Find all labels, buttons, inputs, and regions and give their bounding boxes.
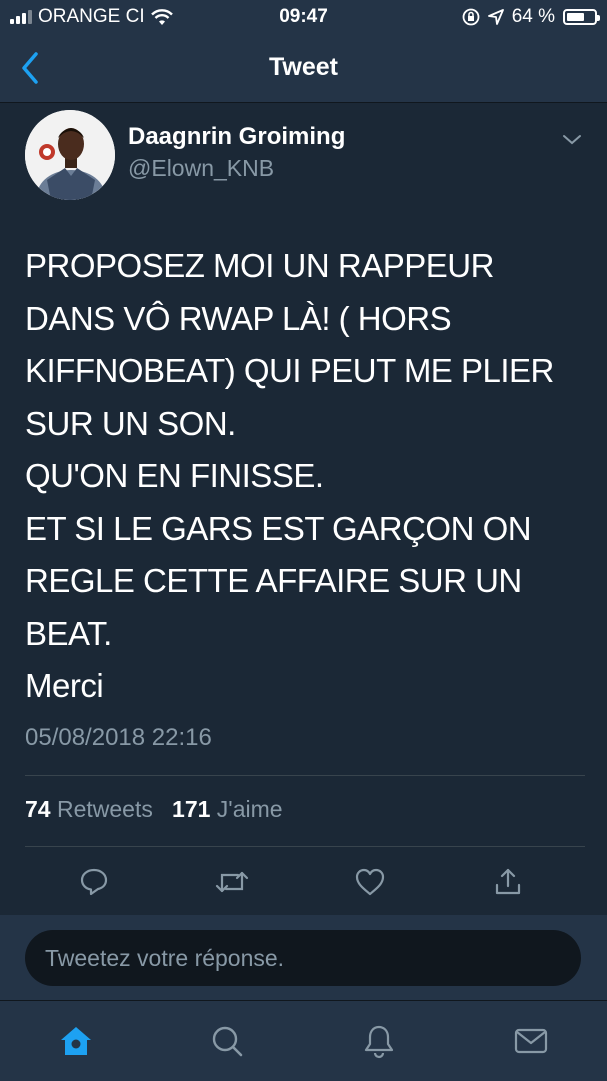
tweet-text-line: REGLE CETTE AFFAIRE SUR UN <box>25 562 522 599</box>
tweet-text: PROPOSEZ MOI UN RAPPEUR DANS VÔ RWAP LÀ!… <box>25 240 585 713</box>
likes-label: J'aime <box>216 796 283 822</box>
share-button[interactable] <box>486 860 530 904</box>
tab-notifications[interactable] <box>357 1019 401 1063</box>
chevron-down-icon <box>563 135 581 145</box>
like-button[interactable] <box>348 860 392 904</box>
nav-bar: Tweet <box>0 34 607 103</box>
tab-bar <box>0 1000 607 1081</box>
messages-icon <box>514 1028 548 1054</box>
tweet-text-line: SUR UN SON. <box>25 404 236 442</box>
location-icon <box>487 9 504 25</box>
search-icon <box>212 1026 243 1057</box>
tab-home[interactable] <box>54 1019 98 1063</box>
avatar[interactable] <box>25 110 115 200</box>
avatar-image <box>25 110 115 200</box>
tweet-text-line: ET SI LE GARS EST GARÇON ON <box>25 509 532 547</box>
tweet-text-line: KIFFNOBEAT) QUI PEUT ME PLIER <box>25 352 554 389</box>
battery-icon <box>563 9 600 25</box>
reply-button[interactable] <box>72 860 116 904</box>
retweet-icon <box>215 871 249 893</box>
tweet-text-line: BEAT. <box>25 614 112 652</box>
notifications-icon <box>364 1025 394 1059</box>
reply-input[interactable] <box>25 930 581 986</box>
home-icon <box>61 1027 91 1055</box>
author-handle[interactable]: @Elown_KNB <box>128 155 274 182</box>
tab-search[interactable] <box>205 1019 249 1063</box>
tweet-actions <box>0 860 607 910</box>
tweet-timestamp: 05/08/2018 22:16 <box>25 724 212 751</box>
share-icon <box>495 868 521 895</box>
more-options-button[interactable] <box>560 130 584 150</box>
battery-percent: 64 % <box>511 6 555 27</box>
author-name[interactable]: Daagnrin Groiming <box>128 123 345 151</box>
status-bar: ORANGE CI 09:47 64 % <box>0 0 607 34</box>
heart-icon <box>355 868 385 896</box>
reply-bar <box>0 915 607 1000</box>
retweets-count: 74 <box>25 796 51 822</box>
tweet-text-line: Merci <box>25 667 104 704</box>
retweet-button[interactable] <box>210 860 254 904</box>
reply-icon <box>80 868 108 896</box>
battery-fill <box>567 13 584 21</box>
tab-messages[interactable] <box>509 1019 553 1063</box>
tweet-text-line: PROPOSEZ MOI UN RAPPEUR <box>25 247 494 284</box>
status-right: 64 % <box>462 6 600 28</box>
retweets-label: Retweets <box>56 796 153 822</box>
likes-count: 171 <box>172 796 211 822</box>
tweet-text-line: DANS VÔ RWAP LÀ! ( HORS <box>25 299 452 337</box>
orientation-lock-icon <box>462 8 480 26</box>
retweets-stat[interactable]: 74 Retweets <box>25 796 153 822</box>
tweet-text-line: QU'ON EN FINISSE. <box>25 457 324 494</box>
page-title: Tweet <box>269 53 338 81</box>
divider <box>25 775 585 776</box>
tweet-stats: 74 Retweets 171 J'aime <box>25 796 283 823</box>
divider <box>25 846 585 847</box>
likes-stat[interactable]: 171 J'aime <box>172 796 283 822</box>
